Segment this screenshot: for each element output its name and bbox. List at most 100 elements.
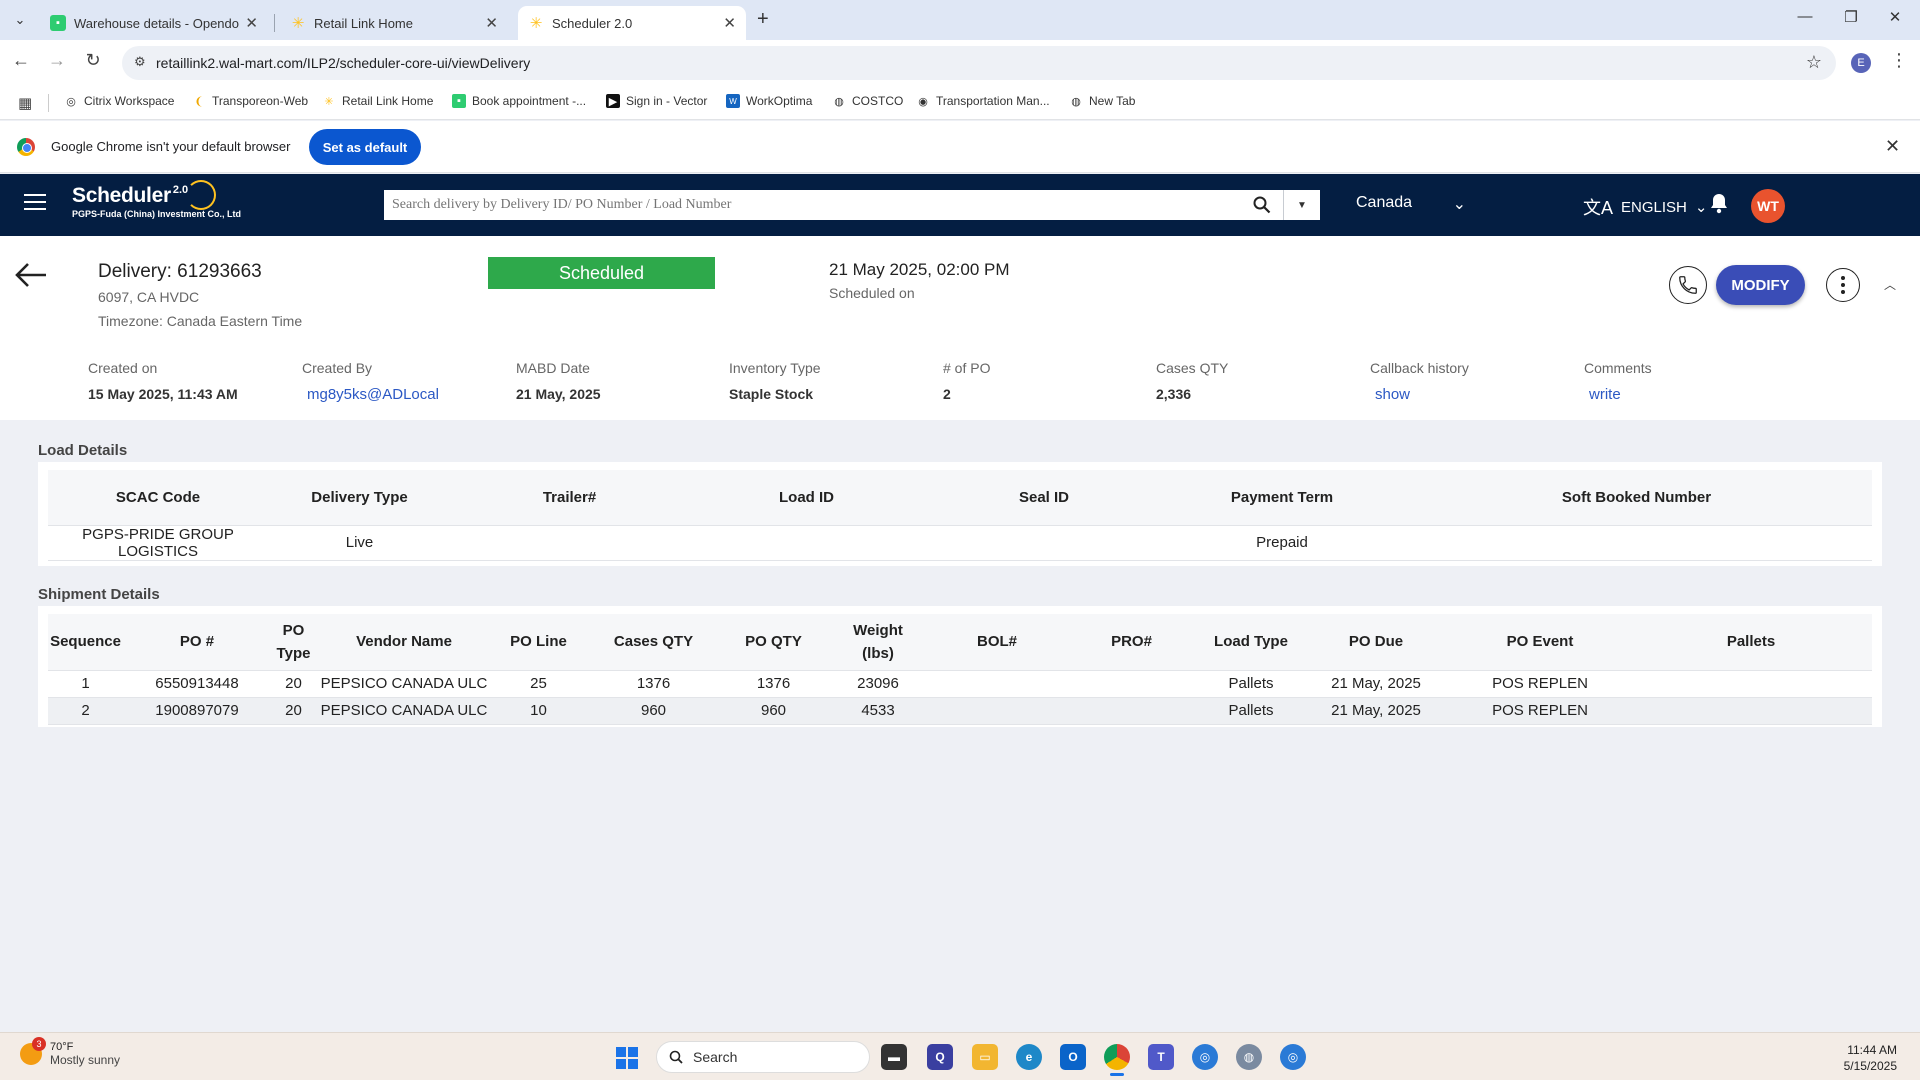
restore-icon[interactable]: ❐: [1836, 8, 1866, 26]
bookmark-transporeon[interactable]: ❨ Transporeon-Web: [192, 94, 308, 108]
app-brand[interactable]: Scheduler 2.0 PGPS-Fuda (China) Investmen…: [72, 184, 241, 219]
tab-retail-link-home[interactable]: ✳ Retail Link Home ✕: [280, 6, 508, 40]
sun-icon: 3: [20, 1037, 46, 1065]
bookmark-retail-link[interactable]: ✳ Retail Link Home: [322, 94, 433, 108]
close-tab-icon[interactable]: ✕: [723, 14, 736, 32]
cell-po-number: 1900897079: [123, 697, 271, 725]
site-info-icon[interactable]: ⚙: [134, 54, 146, 70]
tab-title: Warehouse details - Opendock: [74, 15, 240, 31]
app-spiral-icon[interactable]: ◎: [1280, 1044, 1306, 1070]
col-pro: PRO#: [1063, 614, 1200, 671]
close-tab-icon[interactable]: ✕: [485, 14, 498, 32]
chrome-menu-icon[interactable]: ⋮: [1890, 50, 1908, 71]
quickbooks-icon[interactable]: Q: [927, 1044, 953, 1070]
meta-label: Created on: [88, 360, 158, 376]
system-clock[interactable]: 11:44 AM 5/15/2025: [1844, 1042, 1897, 1074]
weather-badge: 3: [32, 1037, 46, 1051]
bookmark-citrix[interactable]: ◎ Citrix Workspace: [64, 94, 174, 108]
tab-warehouse-details[interactable]: ▪ Warehouse details - Opendock ✕: [40, 6, 268, 40]
table-header-row: Sequence PO # PO Type Vendor Name PO Lin…: [48, 614, 1872, 671]
close-tab-icon[interactable]: ✕: [245, 14, 258, 32]
phone-icon[interactable]: [1669, 266, 1707, 304]
tab-scheduler[interactable]: ✳ Scheduler 2.0 ✕: [518, 6, 746, 40]
search-icon[interactable]: [1240, 190, 1284, 220]
taskbar-search[interactable]: Search: [656, 1041, 870, 1073]
windows-start-icon[interactable]: [616, 1047, 638, 1069]
windows-taskbar: 3 70°F Mostly sunny Search ▬ Q ▭ e O T ◎…: [0, 1032, 1920, 1080]
new-tab-icon[interactable]: +: [757, 8, 769, 31]
bookmark-transportation[interactable]: ◉ Transportation Man...: [916, 94, 1050, 108]
clock-time: 11:44 AM: [1847, 1043, 1897, 1057]
search-icon: [669, 1050, 683, 1064]
teams-icon[interactable]: T: [1148, 1044, 1174, 1070]
table-header-row: SCAC Code Delivery Type Trailer# Load ID…: [48, 470, 1872, 526]
close-window-icon[interactable]: ✕: [1880, 8, 1910, 26]
bookmark-label: New Tab: [1089, 94, 1136, 108]
edge-icon[interactable]: e: [1016, 1044, 1042, 1070]
weather-widget[interactable]: 3 70°F Mostly sunny: [20, 1037, 120, 1067]
hamburger-menu-icon[interactable]: [24, 194, 46, 212]
created-by-link[interactable]: mg8y5ks@ADLocal: [307, 386, 439, 403]
bookmark-new-tab[interactable]: ◍ New Tab: [1069, 94, 1135, 108]
bookmark-vector[interactable]: ▶ Sign in - Vector: [606, 94, 707, 108]
bookmark-costco[interactable]: ◍ COSTCO: [832, 94, 903, 108]
bookmark-workoptima[interactable]: W WorkOptima: [726, 94, 812, 108]
app-spiral-icon[interactable]: ◎: [1192, 1044, 1218, 1070]
bookmarks-bar: ▦ ◎ Citrix Workspace ❨ Transporeon-Web ✳ Re…: [0, 86, 1920, 120]
meta-comments: Comments write: [1584, 360, 1652, 403]
close-infobar-icon[interactable]: ✕: [1885, 136, 1900, 157]
comments-write-link[interactable]: write: [1589, 386, 1652, 403]
chrome-taskbar-icon[interactable]: [1104, 1044, 1130, 1076]
col-scac-code: SCAC Code: [48, 470, 268, 526]
forward-icon[interactable]: →: [44, 50, 70, 71]
bookmark-star-icon[interactable]: ☆: [1806, 52, 1822, 73]
reload-icon[interactable]: ↻: [80, 50, 106, 71]
apps-grid-icon[interactable]: ▦: [18, 94, 32, 112]
clock-logo-icon: [186, 180, 216, 210]
cell-scac-code: PGPS-PRIDE GROUP LOGISTICS: [48, 525, 268, 561]
search-filter-dropdown-icon[interactable]: ▼: [1284, 190, 1320, 220]
task-view-icon[interactable]: ▬: [881, 1044, 907, 1070]
callback-show-link[interactable]: show: [1375, 386, 1469, 403]
meta-label: # of PO: [943, 360, 991, 376]
file-explorer-icon[interactable]: ▭: [972, 1044, 998, 1070]
set-as-default-button[interactable]: Set as default: [309, 129, 421, 165]
more-options-icon[interactable]: [1826, 268, 1860, 302]
back-icon[interactable]: ←: [8, 50, 34, 71]
address-bar[interactable]: ⚙ retaillink2.wal-mart.com/ILP2/schedule…: [122, 46, 1836, 80]
user-avatar[interactable]: WT: [1751, 189, 1785, 223]
infobar-message: Google Chrome isn't your default browser: [51, 139, 291, 154]
bookmark-divider: [48, 94, 49, 112]
language-select[interactable]: 文A ENGLISH ⌄: [1583, 194, 1707, 220]
bookmark-label: Book appointment -...: [472, 94, 587, 108]
cell-po-event: POS REPLEN: [1450, 697, 1630, 725]
modify-button[interactable]: MODIFY: [1716, 265, 1805, 305]
meta-callback-history: Callback history show: [1370, 360, 1469, 403]
url-text[interactable]: retaillink2.wal-mart.com/ILP2/scheduler-…: [156, 55, 530, 71]
minimize-icon[interactable]: —: [1790, 8, 1820, 25]
profile-avatar[interactable]: E: [1851, 53, 1871, 73]
meta-value: 15 May 2025, 11:43 AM: [88, 386, 238, 402]
back-arrow-icon[interactable]: [14, 262, 48, 293]
col-po-type: PO Type: [271, 614, 316, 671]
bookmark-label: WorkOptima: [746, 94, 813, 108]
meta-value: 2,336: [1156, 386, 1192, 402]
chevron-up-icon[interactable]: ︿: [1884, 276, 1896, 293]
bookmark-label: COSTCO: [852, 94, 904, 108]
vector-icon: ▶: [606, 94, 620, 108]
bookmark-label: Sign in - Vector: [626, 94, 708, 108]
cell-seal-id: [925, 525, 1163, 561]
country-select[interactable]: Canada ⌄: [1356, 194, 1466, 214]
tab-search-icon[interactable]: ⌄: [8, 9, 32, 31]
delivery-location: 6097, CA HVDC: [98, 289, 200, 305]
delivery-search-input[interactable]: [384, 190, 1240, 220]
meta-mabd-date: MABD Date 21 May, 2025: [516, 360, 601, 402]
col-po-number: PO #: [123, 614, 271, 671]
globe-app-icon[interactable]: ◍: [1236, 1044, 1262, 1070]
outlook-icon[interactable]: O: [1060, 1044, 1086, 1070]
bell-icon[interactable]: [1709, 192, 1729, 219]
bookmark-book-appointment[interactable]: ▪ Book appointment -...: [452, 94, 586, 108]
cell-po-qty: 1376: [722, 670, 825, 698]
bookmark-label: Transportation Man...: [936, 94, 1050, 108]
meta-cases-qty: Cases QTY 2,336: [1156, 360, 1228, 402]
